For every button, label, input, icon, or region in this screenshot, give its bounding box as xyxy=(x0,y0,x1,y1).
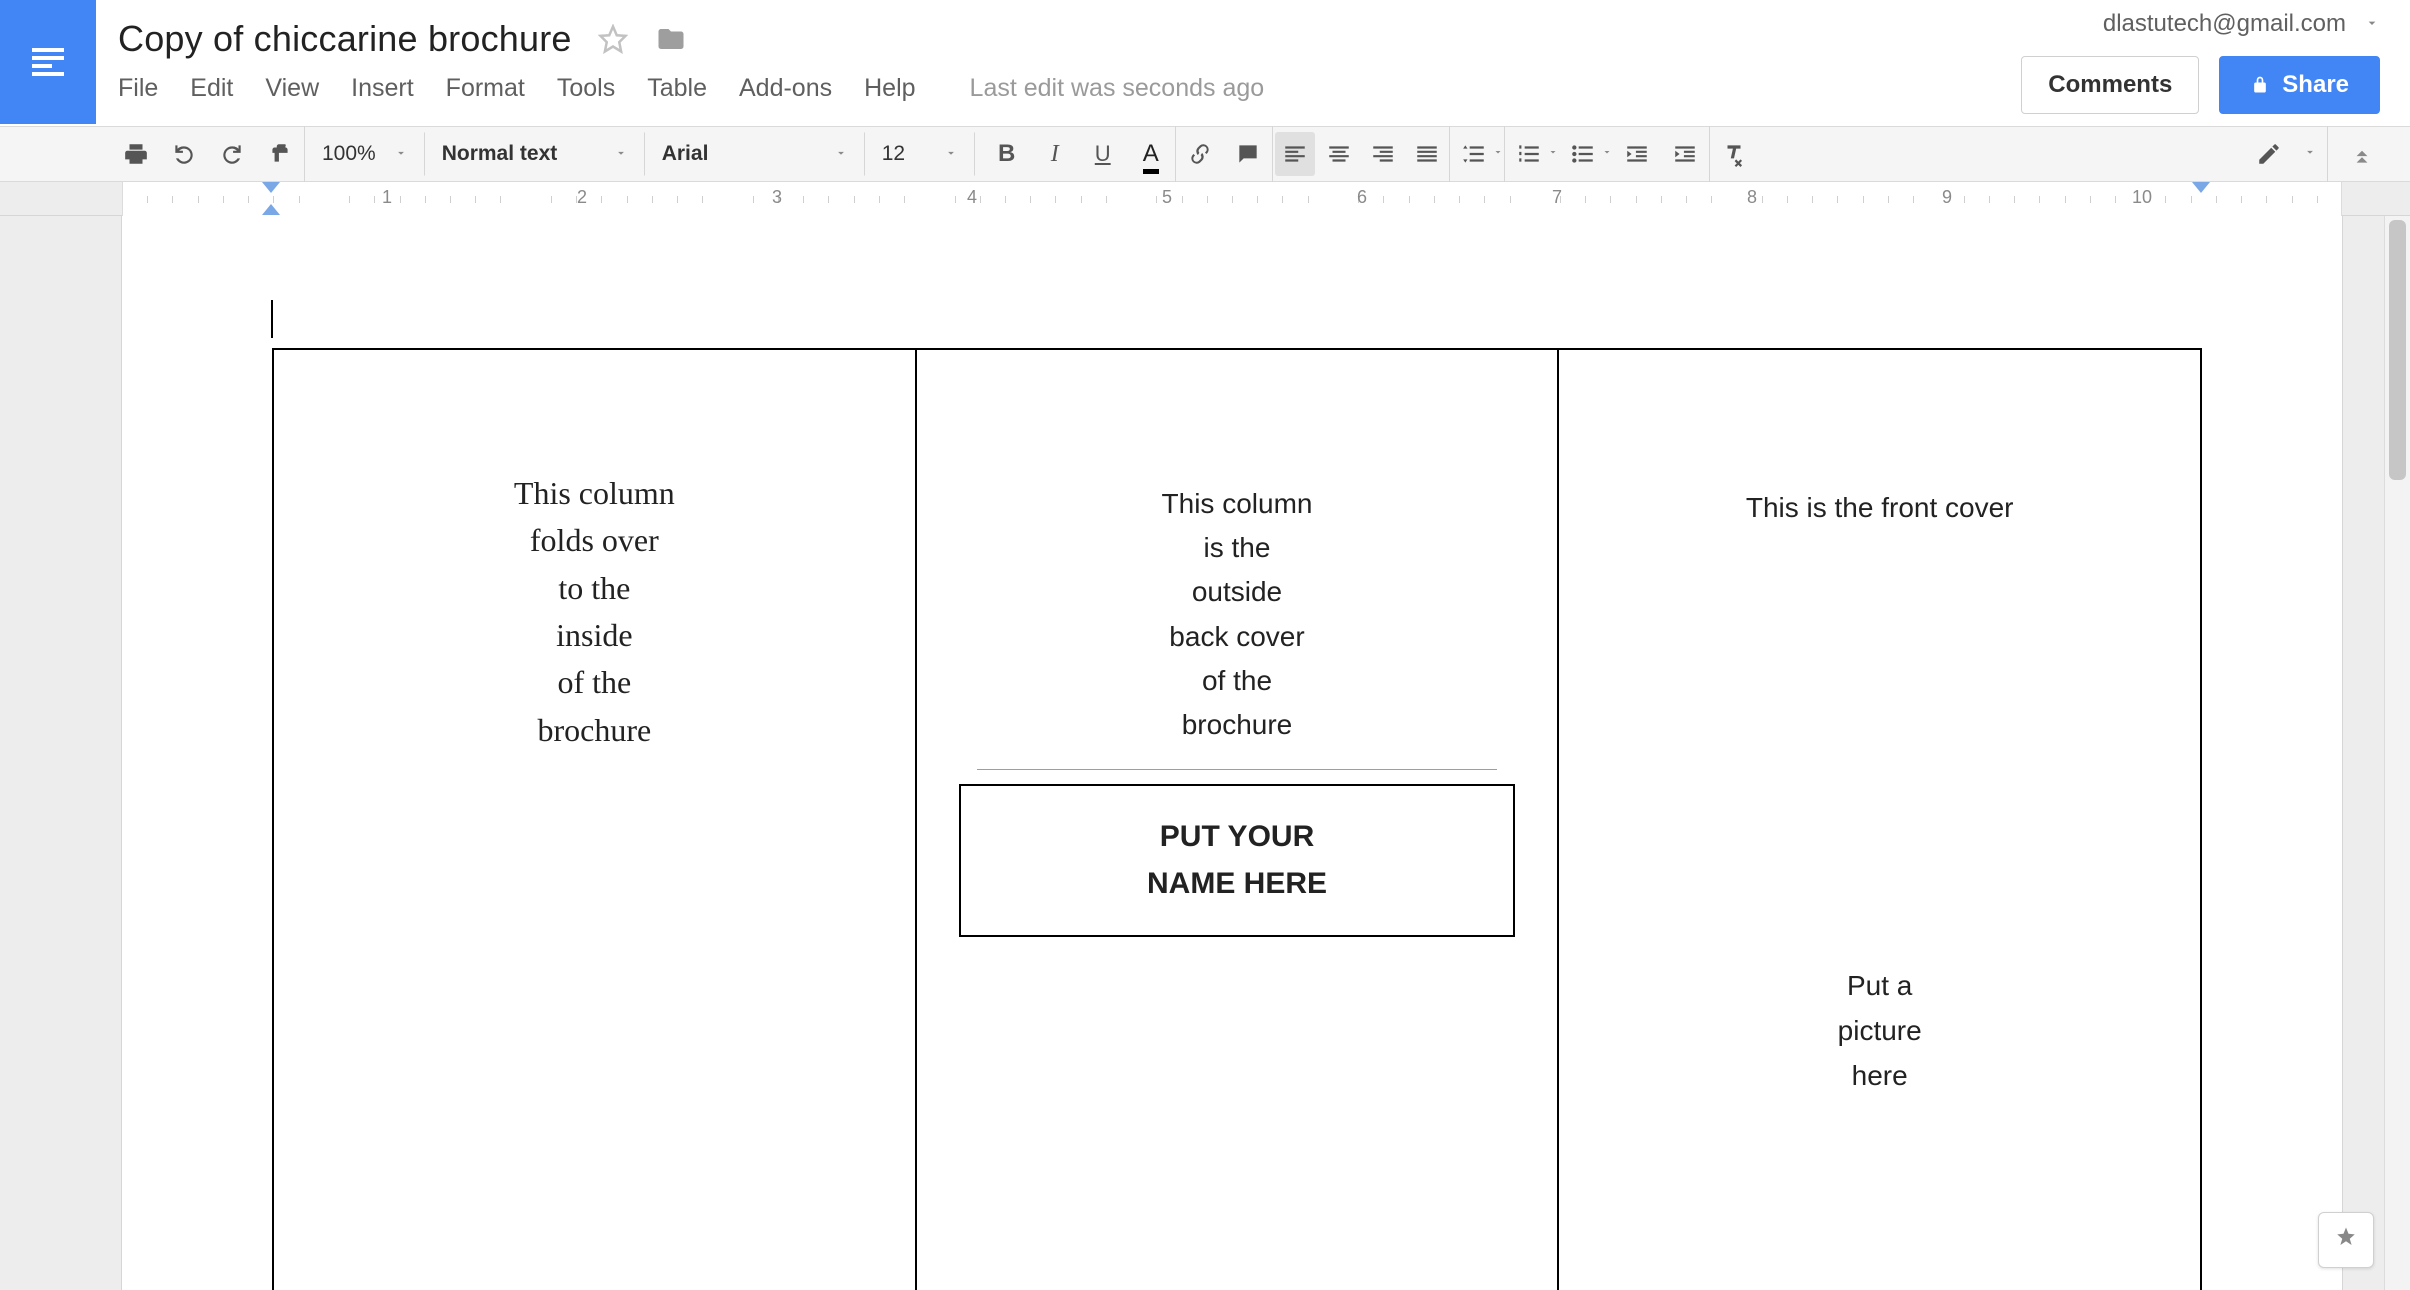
paragraph-style-value: Normal text xyxy=(442,142,558,166)
font-select[interactable]: Arial xyxy=(645,132,865,176)
menu-format[interactable]: Format xyxy=(446,74,525,103)
document-page[interactable]: This columnfolds overto theinsideof theb… xyxy=(122,216,2342,1290)
ruler-number: 1 xyxy=(382,187,392,208)
underline-button[interactable]: U xyxy=(1081,132,1125,176)
ruler-number: 4 xyxy=(967,187,977,208)
col3-picture-placeholder[interactable]: Put apicturehere xyxy=(1838,964,1922,1098)
decrease-indent-icon[interactable] xyxy=(1615,132,1659,176)
menu-insert[interactable]: Insert xyxy=(351,74,414,103)
menu-file[interactable]: File xyxy=(118,74,158,103)
editing-mode-icon[interactable] xyxy=(2247,132,2291,176)
undo-icon[interactable] xyxy=(162,132,206,176)
caret-down-icon xyxy=(1547,145,1559,163)
account-menu[interactable]: dlastutech@gmail.com xyxy=(2103,10,2380,38)
ruler-number: 5 xyxy=(1162,187,1172,208)
redo-icon[interactable] xyxy=(210,132,254,176)
menu-bar: File Edit View Insert Format Tools Table… xyxy=(118,74,1264,103)
align-center-icon[interactable] xyxy=(1319,132,1359,176)
font-value: Arial xyxy=(662,142,709,166)
paragraph-style-select[interactable]: Normal text xyxy=(425,132,645,176)
collapse-toolbar-icon[interactable] xyxy=(2340,132,2384,176)
brochure-col-2[interactable]: This columnis theoutsideback coverof the… xyxy=(917,350,1560,1290)
ruler-number: 2 xyxy=(577,187,587,208)
ruler-number: 10 xyxy=(2132,187,2152,208)
brochure-table[interactable]: This columnfolds overto theinsideof theb… xyxy=(272,348,2202,1290)
col2-divider xyxy=(977,769,1497,770)
zoom-select[interactable]: 100% xyxy=(305,132,425,176)
scrollbar-thumb[interactable] xyxy=(2389,220,2406,480)
caret-down-icon xyxy=(2303,145,2317,164)
clear-formatting-icon[interactable] xyxy=(1712,132,1756,176)
caret-down-icon xyxy=(2364,10,2380,38)
last-edit-label: Last edit was seconds ago xyxy=(970,74,1265,103)
line-spacing-icon[interactable] xyxy=(1452,132,1496,176)
insert-comment-icon[interactable] xyxy=(1226,132,1270,176)
ruler-number: 8 xyxy=(1747,187,1757,208)
ruler-number: 3 xyxy=(772,187,782,208)
print-icon[interactable] xyxy=(114,132,158,176)
bold-button[interactable]: B xyxy=(985,132,1029,176)
zoom-value: 100% xyxy=(322,142,376,166)
font-size-select[interactable]: 12 xyxy=(865,132,975,176)
col3-title[interactable]: This is the front cover xyxy=(1746,492,2014,524)
caret-down-icon xyxy=(394,142,408,166)
document-title[interactable]: Copy of chiccarine brochure xyxy=(118,18,572,60)
caret-down-icon xyxy=(614,142,628,166)
insert-link-icon[interactable] xyxy=(1178,132,1222,176)
brochure-col-1[interactable]: This columnfolds overto theinsideof theb… xyxy=(274,350,917,1290)
menu-view[interactable]: View xyxy=(265,74,319,103)
align-left-icon[interactable] xyxy=(1275,132,1315,176)
paint-format-icon[interactable] xyxy=(258,132,302,176)
share-label: Share xyxy=(2282,71,2349,99)
ruler[interactable]: 1 2 3 4 5 6 7 8 9 10 xyxy=(0,182,2410,216)
menu-edit[interactable]: Edit xyxy=(190,74,233,103)
account-email: dlastutech@gmail.com xyxy=(2103,10,2346,38)
bulleted-list-icon[interactable] xyxy=(1561,132,1605,176)
caret-down-icon xyxy=(834,142,848,166)
text-cursor xyxy=(271,300,273,338)
name-box[interactable]: PUT YOURNAME HERE xyxy=(959,784,1515,937)
align-justify-icon[interactable] xyxy=(1407,132,1447,176)
caret-down-icon xyxy=(944,142,958,166)
menu-tools[interactable]: Tools xyxy=(557,74,615,103)
increase-indent-icon[interactable] xyxy=(1663,132,1707,176)
folder-icon[interactable] xyxy=(654,24,688,54)
lock-icon xyxy=(2250,73,2270,97)
document-canvas[interactable]: This columnfolds overto theinsideof theb… xyxy=(0,216,2410,1290)
font-size-value: 12 xyxy=(882,142,905,166)
align-right-icon[interactable] xyxy=(1363,132,1403,176)
menu-addons[interactable]: Add-ons xyxy=(739,74,832,103)
ruler-number: 7 xyxy=(1552,187,1562,208)
col1-text[interactable]: This columnfolds overto theinsideof theb… xyxy=(514,470,675,754)
col2-text[interactable]: This columnis theoutsideback coverof the… xyxy=(1162,482,1313,747)
docs-app-icon[interactable] xyxy=(0,0,96,124)
star-icon[interactable] xyxy=(598,24,628,54)
toolbar: 100% Normal text Arial 12 B I U A xyxy=(0,126,2410,182)
caret-down-icon xyxy=(1601,145,1613,163)
explore-button[interactable] xyxy=(2318,1212,2374,1268)
caret-down-icon xyxy=(1492,145,1504,163)
ruler-number: 6 xyxy=(1357,187,1367,208)
comments-button[interactable]: Comments xyxy=(2021,56,2199,114)
menu-help[interactable]: Help xyxy=(864,74,915,103)
vertical-scrollbar[interactable] xyxy=(2384,216,2410,1290)
text-color-button[interactable]: A xyxy=(1129,132,1173,176)
italic-button[interactable]: I xyxy=(1033,132,1077,176)
ruler-number: 9 xyxy=(1942,187,1952,208)
numbered-list-icon[interactable] xyxy=(1507,132,1551,176)
share-button[interactable]: Share xyxy=(2219,56,2380,114)
brochure-col-3[interactable]: This is the front cover Put apicturehere xyxy=(1559,350,2200,1290)
menu-table[interactable]: Table xyxy=(647,74,707,103)
